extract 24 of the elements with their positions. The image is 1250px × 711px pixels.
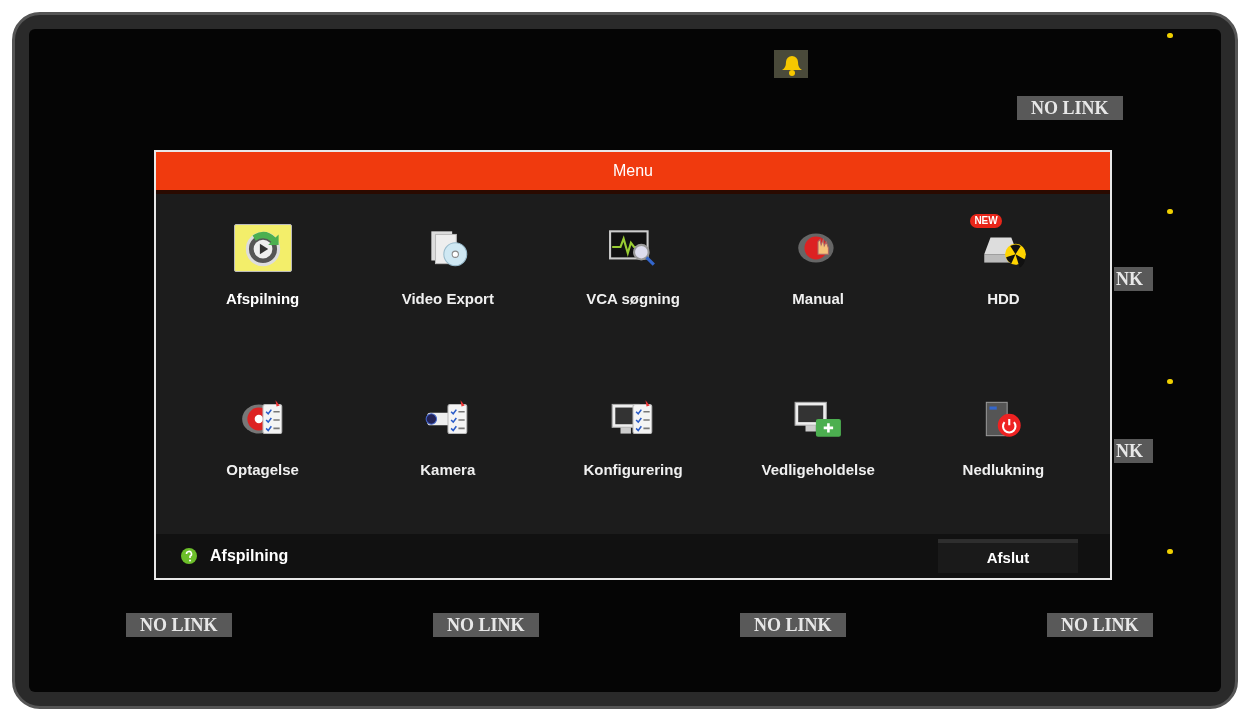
menu-item[interactable]: Konfigurering xyxy=(540,383,726,490)
menu-title: Menu xyxy=(613,161,653,181)
no-link-label: NO LINK xyxy=(126,613,232,637)
exit-button[interactable]: Afslut xyxy=(938,539,1078,573)
menu-item[interactable]: NEW HDD xyxy=(910,212,1096,319)
no-link-label: NO LINK xyxy=(1047,613,1153,637)
no-link-label: NK xyxy=(1114,267,1153,291)
menu-item[interactable]: Kamera xyxy=(355,383,541,490)
menu-item[interactable]: Video Export xyxy=(355,212,541,319)
waveform-magnifier-icon xyxy=(608,227,658,269)
menu-item[interactable]: Optagelse xyxy=(170,383,356,490)
menu-item[interactable]: Manual xyxy=(725,212,911,319)
menu-item[interactable]: Nedlukning xyxy=(910,383,1096,490)
new-badge: NEW xyxy=(970,214,1002,228)
help-text: Afspilning xyxy=(210,546,289,566)
help-icon xyxy=(180,547,198,565)
no-link-label: NO LINK xyxy=(1017,96,1123,120)
bell-icon xyxy=(774,50,808,78)
menu-item[interactable]: Vedligeholdelse xyxy=(725,383,911,490)
no-link-label: NK xyxy=(1114,439,1153,463)
menu-item[interactable]: Afspilning xyxy=(170,212,356,319)
no-link-label: NO LINK xyxy=(433,613,539,637)
menu-item[interactable]: VCA søgning xyxy=(540,212,726,319)
no-link-label: NO LINK xyxy=(740,613,846,637)
